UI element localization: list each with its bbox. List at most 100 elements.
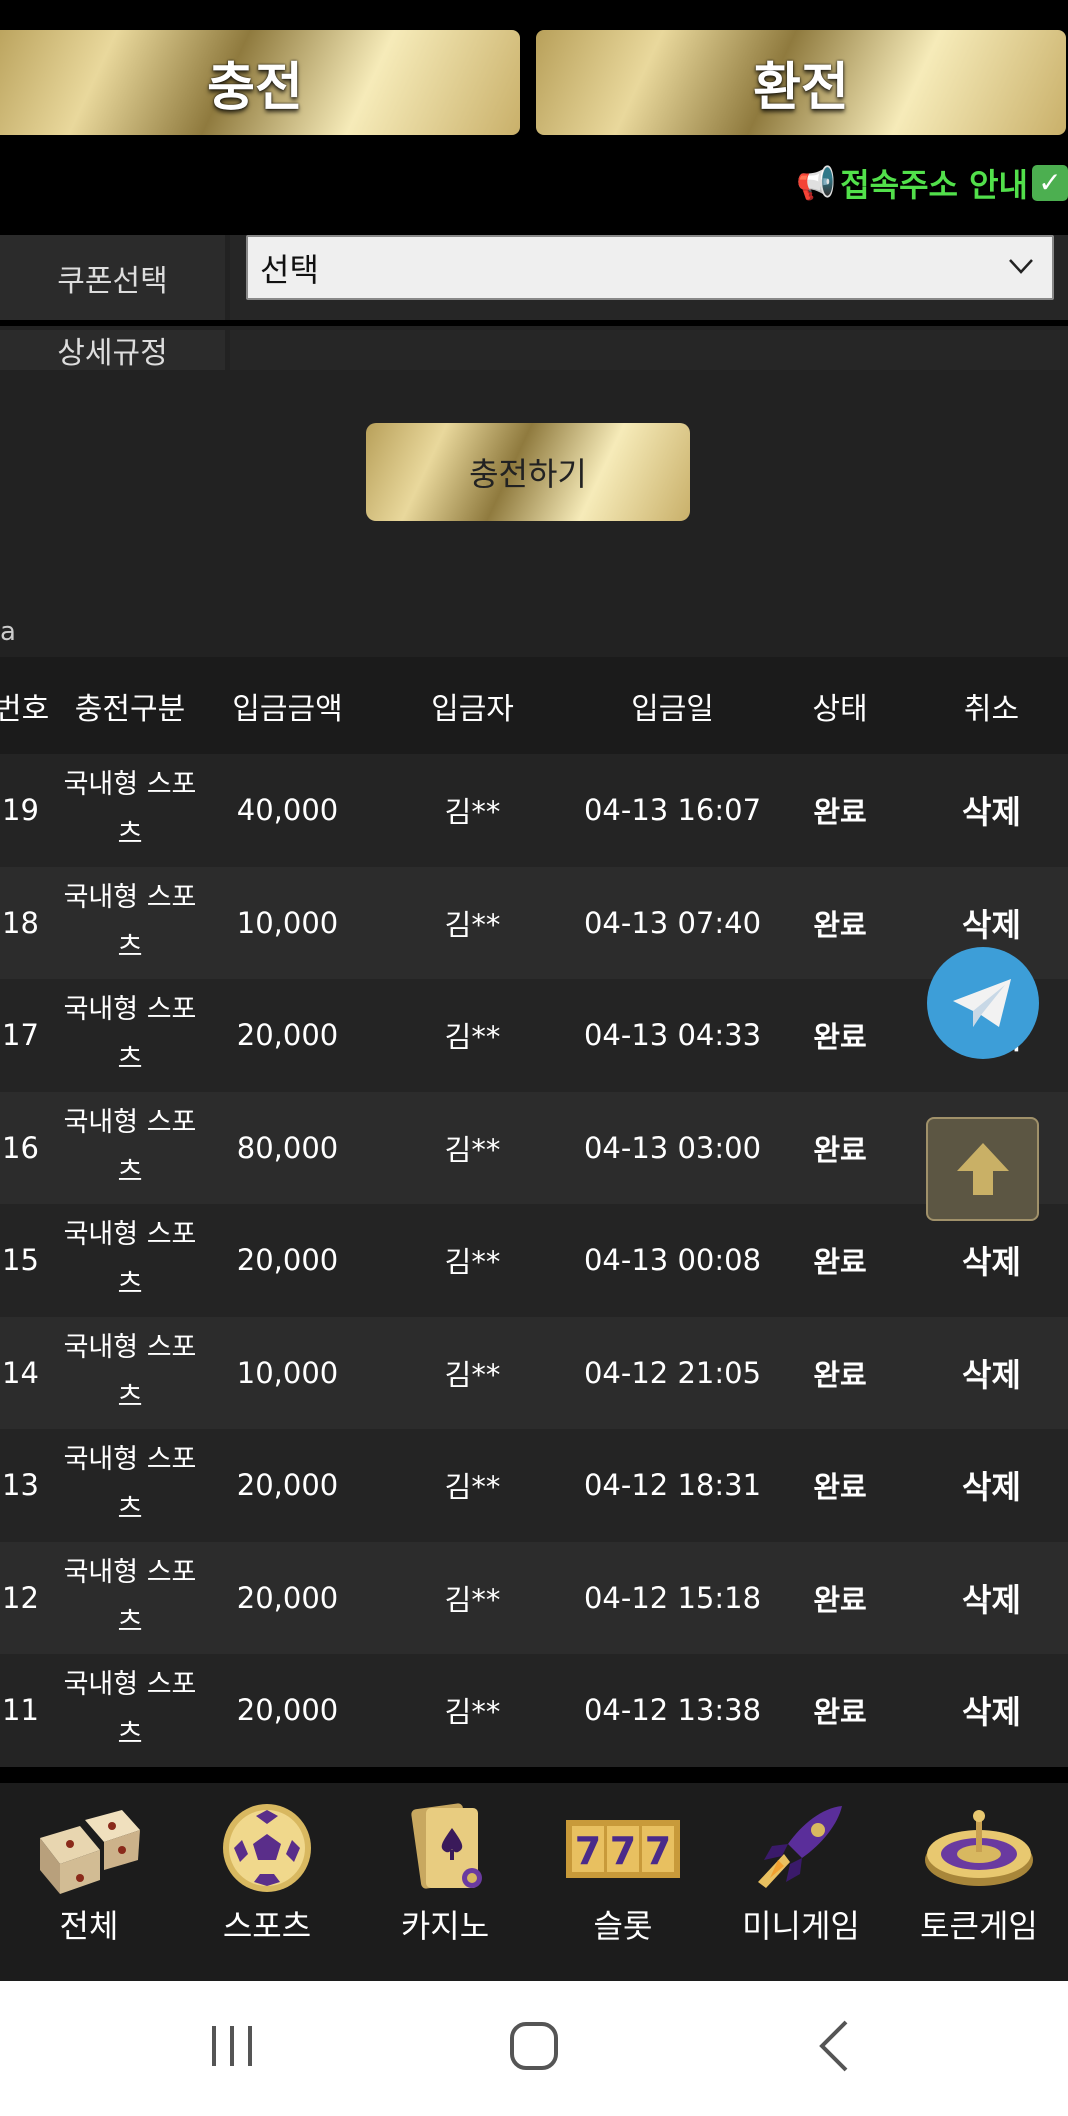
row-divider <box>0 320 1068 326</box>
cell-number: 16 <box>2 1130 39 1165</box>
header-number: 번호 <box>0 691 50 727</box>
cell-charge-type: 국내형 스포츠 <box>63 1669 197 1751</box>
cell-number: 17 <box>2 1018 39 1053</box>
arrow-up-icon <box>956 1143 1009 1195</box>
delete-button[interactable]: 삭제 <box>915 1350 1068 1396</box>
cell-charge-type: 국내형 스포츠 <box>63 1556 197 1638</box>
table-row: 16국내형 스포츠80,000김**04-13 03:00완료삭제 <box>0 1091 1068 1204</box>
table-row: 18 국내형 스포츠 10,000 김** 04-13 07:40 완료 삭제 <box>0 866 1068 979</box>
delete-button[interactable]: 삭제 <box>915 1575 1068 1621</box>
header-deposit-date: 입금일 <box>631 691 714 727</box>
cell-deposit-date: 04-13 03:00 <box>583 1130 762 1165</box>
cell-deposit-date: 04-12 18:31 <box>583 1468 762 1503</box>
nav-item-sports[interactable]: 스포츠 <box>178 1783 356 1981</box>
table-row: 17국내형 스포츠20,000김**04-13 04:33완료삭제 <box>0 979 1068 1092</box>
rules-value-cell <box>230 330 1068 370</box>
delete-button[interactable]: 삭제 <box>915 787 1068 833</box>
rules-label: 상세규정 <box>0 330 225 371</box>
table-row: 14 국내형 스포츠 10,000 김** 04-12 21:05 완료 삭제 <box>0 1316 1068 1429</box>
rocket-icon <box>758 1806 842 1888</box>
nav-item-slots[interactable]: 7 7 7 슬롯 <box>534 1783 712 1981</box>
cell-depositor: 김** <box>444 795 501 830</box>
telegram-icon <box>953 979 1011 1027</box>
nav-item-casino[interactable]: 카지노 <box>356 1783 534 1981</box>
cell-charge-type: 국내형 스포츠 <box>63 1219 197 1301</box>
cell-depositor: 김** <box>444 1132 501 1167</box>
cell-number: 12 <box>2 1580 39 1615</box>
cell-charge-type: 국내형 스포츠 <box>63 994 197 1076</box>
cell-amount: 80,000 <box>236 1130 339 1165</box>
svg-text:7: 7 <box>645 1829 671 1873</box>
delete-button[interactable]: 삭제 <box>915 1462 1068 1508</box>
svg-text:7: 7 <box>610 1829 636 1873</box>
cell-charge-type: 국내형 스포츠 <box>63 769 197 851</box>
back-icon[interactable] <box>786 2006 886 2086</box>
recent-apps-icon[interactable] <box>182 2006 282 2086</box>
roulette-icon <box>925 1810 1033 1886</box>
notice-text: 접속주소 안내 <box>840 166 1028 204</box>
delete-button[interactable]: 삭제 <box>915 1237 1068 1283</box>
charge-button[interactable]: 충전 <box>0 30 520 135</box>
submit-charge-button[interactable]: 충전하기 <box>366 423 690 521</box>
cell-deposit-date: 04-13 07:40 <box>583 905 762 940</box>
header-charge-type: 충전구분 <box>74 691 186 727</box>
exchange-button[interactable]: 환전 <box>536 30 1066 135</box>
table-header: 번호 충전구분 입금금액 입금자 입금일 상태 취소 <box>0 657 1068 754</box>
cell-charge-type: 국내형 스포츠 <box>63 1444 197 1526</box>
cell-number: 14 <box>2 1355 39 1390</box>
scroll-top-button[interactable] <box>926 1117 1039 1221</box>
soccer-ball-icon <box>223 1804 311 1892</box>
cell-charge-type: 국내형 스포츠 <box>63 1331 197 1413</box>
table-row: 15 국내형 스포츠 20,000 김** 04-13 00:08 완료 삭제 <box>0 1204 1068 1317</box>
svg-text:7: 7 <box>575 1829 601 1873</box>
table-row: 12 국내형 스포츠 20,000 김** 04-12 15:18 완료 삭제 <box>0 1541 1068 1654</box>
cell-amount: 20,000 <box>236 1580 339 1615</box>
cell-status: 완료 <box>813 1695 867 1730</box>
header-depositor: 입금자 <box>431 691 514 727</box>
cell-charge-type: 국내형 스포츠 <box>63 881 197 963</box>
access-address-notice[interactable]: 📢 접속주소 안내 ✓ <box>796 160 1068 206</box>
cell-depositor: 김** <box>444 1245 501 1280</box>
nav-label-all: 전체 <box>59 1907 119 1945</box>
nav-item-all[interactable]: 전체 <box>0 1783 178 1981</box>
cell-status: 완료 <box>813 795 867 830</box>
cell-status: 완료 <box>813 1020 867 1055</box>
chevron-down-icon <box>1009 259 1033 274</box>
cell-depositor: 김** <box>444 1695 501 1730</box>
cell-deposit-date: 04-13 00:08 <box>583 1243 762 1278</box>
cell-status: 완료 <box>813 1357 867 1392</box>
coupon-select-value: 선택 <box>260 250 319 289</box>
playing-cards-icon <box>411 1803 482 1889</box>
cell-number: 11 <box>2 1693 39 1728</box>
megaphone-icon: 📢 <box>796 164 837 202</box>
system-navigation-bar <box>0 1981 1068 2116</box>
cell-amount: 20,000 <box>236 1018 339 1053</box>
nav-item-token-game[interactable]: 토큰게임 <box>890 1783 1068 1981</box>
cell-amount: 20,000 <box>236 1468 339 1503</box>
dice-icon <box>40 1810 140 1894</box>
cell-deposit-date: 04-12 15:18 <box>583 1580 762 1615</box>
nav-label-minigame-slots: 슬롯 <box>593 1907 653 1945</box>
delete-button[interactable]: 삭제 <box>915 1687 1068 1733</box>
coupon-select[interactable]: 선택 <box>246 235 1054 300</box>
cell-deposit-date: 04-12 21:05 <box>583 1355 762 1390</box>
cell-deposit-date: 04-13 04:33 <box>583 1018 762 1053</box>
delete-button[interactable]: 삭제 <box>915 900 1068 946</box>
table-row: 19 국내형 스포츠 40,000 김** 04-13 16:07 완료 삭제 <box>0 754 1068 867</box>
bottom-game-nav: 전체 스포츠 카지노 7 7 7 슬롯 미니게임 토큰게임 <box>0 1783 1068 1981</box>
coupon-row: 쿠폰선택 선택 <box>0 235 1068 320</box>
nav-label-token-game: 토큰게임 <box>920 1907 1038 1945</box>
check-box-icon: ✓ <box>1032 165 1068 201</box>
section-heading-fragment: a <box>0 617 16 647</box>
cell-deposit-date: 04-13 16:07 <box>583 793 762 828</box>
cell-amount: 20,000 <box>236 1243 339 1278</box>
slot-777-icon: 7 7 7 <box>566 1820 680 1878</box>
cell-charge-type: 국내형 스포츠 <box>63 1106 197 1188</box>
coupon-label: 쿠폰선택 <box>0 235 225 320</box>
home-icon[interactable] <box>484 2006 584 2086</box>
cell-number: 13 <box>2 1468 39 1503</box>
header-amount: 입금금액 <box>232 691 343 727</box>
nav-item-minigame[interactable]: 미니게임 <box>712 1783 890 1981</box>
cell-status: 완료 <box>813 1132 867 1167</box>
telegram-button[interactable] <box>927 947 1039 1059</box>
